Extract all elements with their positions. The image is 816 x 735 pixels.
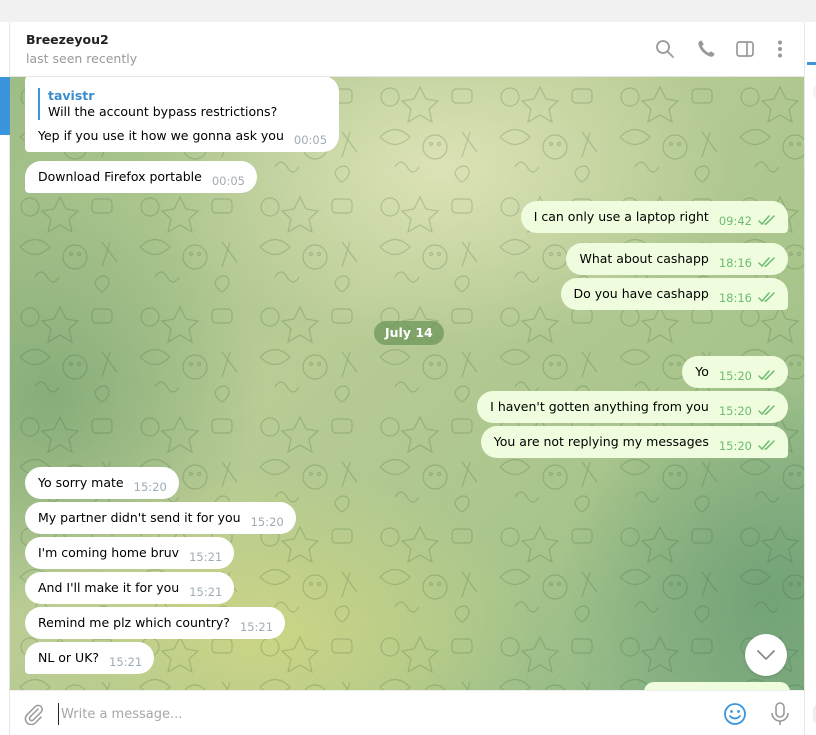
message-text: I can only use a laptop right	[533, 209, 709, 224]
attach-icon[interactable]	[22, 703, 44, 726]
message-composer	[10, 690, 804, 735]
read-check-icon	[758, 404, 776, 416]
message-incoming[interactable]: NL or UK? 15:21	[25, 642, 155, 674]
reply-author: tavistr	[48, 88, 95, 103]
read-check-icon	[758, 214, 776, 226]
message-text: You are not replying my messages	[493, 434, 709, 449]
message-time: 15:20	[250, 515, 284, 529]
scroll-to-bottom-button[interactable]	[745, 634, 787, 676]
message-time: 18:16	[718, 291, 752, 305]
chat-list-edge	[0, 22, 10, 735]
read-check-icon	[758, 369, 776, 381]
message-time: 09:42	[718, 214, 752, 228]
read-check-icon	[758, 439, 776, 451]
message-text: Download Firefox portable	[38, 169, 202, 184]
message-time: 00:05	[293, 133, 328, 147]
message-outgoing[interactable]: You are not replying my messages 15:20	[480, 426, 788, 458]
chat-title[interactable]: Breezeyou2	[26, 32, 109, 47]
more-vertical-icon[interactable]	[769, 38, 791, 60]
message-outgoing[interactable]: Yo 15:20	[682, 356, 788, 388]
message-incoming[interactable]: Remind me plz which country? 15:21	[25, 607, 286, 639]
reply-text: Will the account bypass restrictions?	[48, 104, 278, 119]
read-check-icon	[758, 256, 776, 268]
message-outgoing[interactable]: I can only use a laptop right 09:42	[520, 201, 788, 233]
message-time: 15:20	[718, 404, 752, 418]
message-outgoing[interactable]: I haven't gotten anything from you 15:20	[477, 391, 788, 423]
chat-status: last seen recently	[26, 51, 138, 66]
message-text: What about cashapp	[579, 251, 709, 266]
chevron-down-icon	[757, 650, 775, 660]
message-outgoing[interactable]: What about cashapp 18:16	[566, 243, 788, 275]
right-panel-accent	[807, 62, 816, 65]
message-incoming[interactable]: Download Firefox portable 00:05	[25, 161, 257, 193]
message-time: 15:21	[239, 620, 274, 634]
message-incoming[interactable]: Yo sorry mate 15:20	[25, 467, 179, 499]
message-time: 15:21	[189, 550, 223, 564]
active-chat-indicator	[0, 77, 10, 135]
message-text: NL or UK?	[38, 650, 100, 665]
message-text: Remind me plz which country?	[38, 615, 230, 630]
message-time: 15:20	[718, 439, 752, 453]
chat-header: Breezeyou2 last seen recently	[10, 22, 804, 77]
right-side-panel-edge	[804, 22, 816, 735]
sidebar-toggle-icon[interactable]	[734, 38, 756, 60]
message-incoming[interactable]: And I'll make it for you 15:21	[25, 572, 235, 604]
message-time: 15:20	[718, 369, 752, 383]
message-text: I'm coming home bruv	[38, 545, 180, 560]
read-check-icon	[758, 291, 776, 303]
message-time: 15:20	[133, 480, 167, 494]
chat-history[interactable]: tavistr Will the account bypass restrict…	[10, 77, 804, 690]
message-text: I haven't gotten anything from you	[490, 399, 709, 414]
message-text: Yep if you use it how we gonna ask you	[38, 128, 284, 143]
emoji-icon[interactable]	[723, 702, 747, 726]
message-text: Yo sorry mate	[38, 475, 124, 490]
date-separator: July 14	[374, 321, 444, 345]
message-time: 15:21	[189, 585, 223, 599]
reply-quote[interactable]: tavistr Will the account bypass restrict…	[38, 88, 327, 120]
message-time: 18:16	[718, 256, 752, 270]
search-icon[interactable]	[654, 38, 676, 60]
message-text: My partner didn't send it for you	[38, 510, 241, 525]
message-incoming[interactable]: tavistr Will the account bypass restrict…	[25, 77, 340, 152]
phone-icon[interactable]	[695, 38, 717, 60]
message-incoming[interactable]: I'm coming home bruv 15:21	[25, 537, 235, 569]
message-outgoing-partial[interactable]	[644, 682, 790, 690]
message-time: 00:05	[211, 174, 245, 188]
message-input[interactable]	[58, 703, 698, 725]
window-top-strip	[0, 0, 816, 22]
message-time: 15:21	[109, 655, 143, 669]
message-text: And I'll make it for you	[38, 580, 180, 595]
message-outgoing[interactable]: Do you have cashapp 18:16	[560, 278, 788, 310]
message-text: Do you have cashapp	[573, 286, 709, 301]
message-incoming[interactable]: My partner didn't send it for you 15:20	[25, 502, 296, 534]
microphone-icon[interactable]	[769, 701, 791, 727]
message-text: Yo	[695, 364, 709, 379]
